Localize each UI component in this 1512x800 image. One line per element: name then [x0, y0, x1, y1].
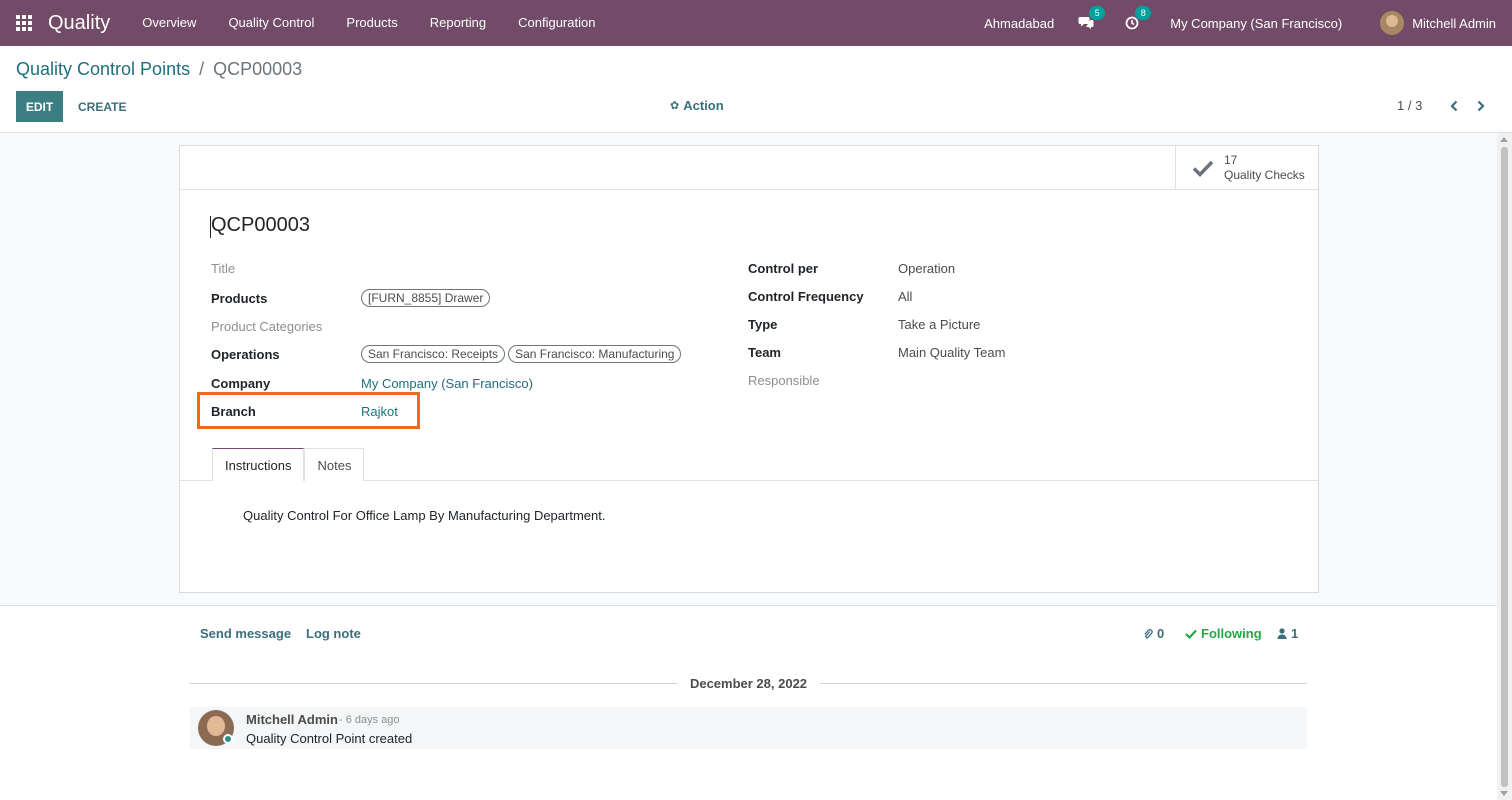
- online-status-icon: [223, 734, 233, 744]
- branch-highlight-box: [197, 392, 420, 429]
- company-label: Company: [211, 375, 271, 391]
- breadcrumb-current: QCP00003: [213, 59, 303, 79]
- button-box: 17 Quality Checks: [180, 146, 1318, 190]
- attachments-count: 0: [1157, 626, 1165, 641]
- menu-quality-control[interactable]: Quality Control: [212, 0, 330, 46]
- date-separator: December 28, 2022: [190, 675, 1307, 691]
- check-icon: [1185, 629, 1197, 639]
- pager-next-button[interactable]: [1471, 96, 1491, 116]
- control-per-value: Operation: [898, 260, 956, 276]
- notebook-tabs: Instructions Notes: [212, 448, 365, 481]
- scroll-up-arrow-icon[interactable]: [1500, 137, 1508, 142]
- control-frequency-value: All: [898, 288, 913, 304]
- following-button[interactable]: Following: [1185, 626, 1262, 641]
- company-value-link[interactable]: My Company (San Francisco): [361, 376, 533, 391]
- message-body: Quality Control Point created: [246, 731, 413, 746]
- product-tag[interactable]: [FURN_8855] Drawer: [361, 289, 491, 307]
- menu-products[interactable]: Products: [330, 0, 413, 46]
- message-time: - 6 days ago: [339, 714, 400, 726]
- gear-icon: ✿: [670, 100, 680, 112]
- action-menu-button[interactable]: ✿ Action: [670, 98, 724, 113]
- breadcrumb-parent[interactable]: Quality Control Points: [16, 59, 190, 79]
- branch-switcher[interactable]: Ahmadabad: [984, 16, 1054, 31]
- operations-label: Operations: [211, 346, 280, 362]
- operation-tag[interactable]: San Francisco: Receipts: [361, 345, 506, 363]
- product-categories-label: Product Categories: [211, 318, 323, 334]
- chatter-divider: [0, 605, 1497, 606]
- record-name[interactable]: QCP00003: [210, 214, 310, 238]
- chevron-left-icon: [1450, 100, 1458, 112]
- menu-overview[interactable]: Overview: [126, 0, 212, 46]
- field-type: Type Take a Picture: [748, 314, 980, 334]
- send-message-button[interactable]: Send message: [200, 626, 291, 641]
- type-label: Type: [748, 316, 778, 332]
- top-navbar: Quality Overview Quality Control Product…: [0, 0, 1512, 46]
- following-label: Following: [1201, 626, 1262, 641]
- field-control-frequency: Control Frequency All: [748, 286, 912, 306]
- chatter-message: Mitchell Admin - 6 days ago Quality Cont…: [190, 707, 1307, 749]
- team-label: Team: [748, 344, 781, 360]
- scroll-down-arrow-icon[interactable]: [1500, 791, 1508, 796]
- pager-value[interactable]: 1 / 3: [1397, 98, 1422, 113]
- quality-checks-label: Quality Checks: [1224, 168, 1305, 182]
- instructions-content[interactable]: Quality Control For Office Lamp By Manuf…: [243, 508, 605, 523]
- page-scrollbar[interactable]: [1497, 133, 1512, 800]
- action-label: Action: [683, 98, 724, 113]
- activities-badge: 8: [1135, 6, 1152, 20]
- messages-menu[interactable]: 5: [1078, 6, 1106, 32]
- pager-previous-button[interactable]: [1444, 96, 1464, 116]
- edit-button[interactable]: EDIT: [16, 91, 63, 122]
- field-product-categories: Product Categories: [211, 316, 361, 336]
- quality-checks-count: 17: [1224, 153, 1238, 167]
- log-note-button[interactable]: Log note: [306, 626, 361, 641]
- team-value: Main Quality Team: [898, 344, 1006, 360]
- field-company: Company My Company (San Francisco): [211, 373, 533, 393]
- user-avatar[interactable]: [1380, 11, 1405, 35]
- responsible-label: Responsible: [748, 372, 820, 388]
- title-label: Title: [211, 260, 236, 276]
- user-menu[interactable]: Mitchell Admin: [1412, 16, 1496, 31]
- date-label: December 28, 2022: [689, 675, 808, 691]
- field-title: Title: [211, 258, 361, 278]
- field-team: Team Main Quality Team: [748, 342, 1005, 362]
- check-icon: [1192, 160, 1214, 177]
- products-label: Products: [211, 290, 268, 306]
- tab-notes[interactable]: Notes: [304, 448, 365, 481]
- type-value: Take a Picture: [898, 316, 981, 332]
- followers-count: 1: [1291, 626, 1299, 641]
- field-operations: Operations San Francisco: Receipts San F…: [211, 344, 684, 364]
- scrollbar-thumb[interactable]: [1501, 147, 1508, 787]
- paperclip-icon: [1144, 628, 1153, 638]
- navbar-systray: Ahmadabad 5 8 My Company (San Francisco)…: [984, 0, 1512, 46]
- control-frequency-label: Control Frequency: [748, 288, 864, 304]
- operation-tag[interactable]: San Francisco: Manufacturing: [508, 345, 682, 363]
- breadcrumb: Quality Control Points / QCP00003: [16, 59, 302, 80]
- app-brand[interactable]: Quality: [48, 12, 110, 35]
- company-switcher[interactable]: My Company (San Francisco): [1170, 16, 1342, 31]
- user-icon: [1277, 628, 1287, 639]
- breadcrumb-separator: /: [199, 59, 205, 79]
- apps-menu-icon[interactable]: [0, 0, 48, 46]
- field-products: Products [FURN_8855] Drawer: [211, 288, 493, 308]
- activities-menu[interactable]: 8: [1124, 6, 1152, 32]
- menu-reporting[interactable]: Reporting: [414, 0, 502, 46]
- attachments-button[interactable]: 0: [1143, 626, 1164, 641]
- quality-checks-smart-button[interactable]: 17 Quality Checks: [1175, 146, 1318, 190]
- field-responsible: Responsible: [748, 370, 898, 390]
- control-panel: Quality Control Points / QCP00003 EDIT C…: [0, 46, 1512, 133]
- form-sheet: 17 Quality Checks QCP00003 Title Product…: [179, 145, 1319, 593]
- field-control-per: Control per Operation: [748, 258, 955, 278]
- control-per-label: Control per: [748, 260, 819, 276]
- messages-badge: 5: [1089, 6, 1106, 20]
- message-author[interactable]: Mitchell Admin: [246, 712, 338, 727]
- create-button[interactable]: CREATE: [70, 91, 134, 122]
- chevron-right-icon: [1477, 100, 1485, 112]
- menu-configuration[interactable]: Configuration: [502, 0, 611, 46]
- followers-button[interactable]: 1: [1277, 626, 1298, 641]
- tab-instructions[interactable]: Instructions: [212, 448, 305, 481]
